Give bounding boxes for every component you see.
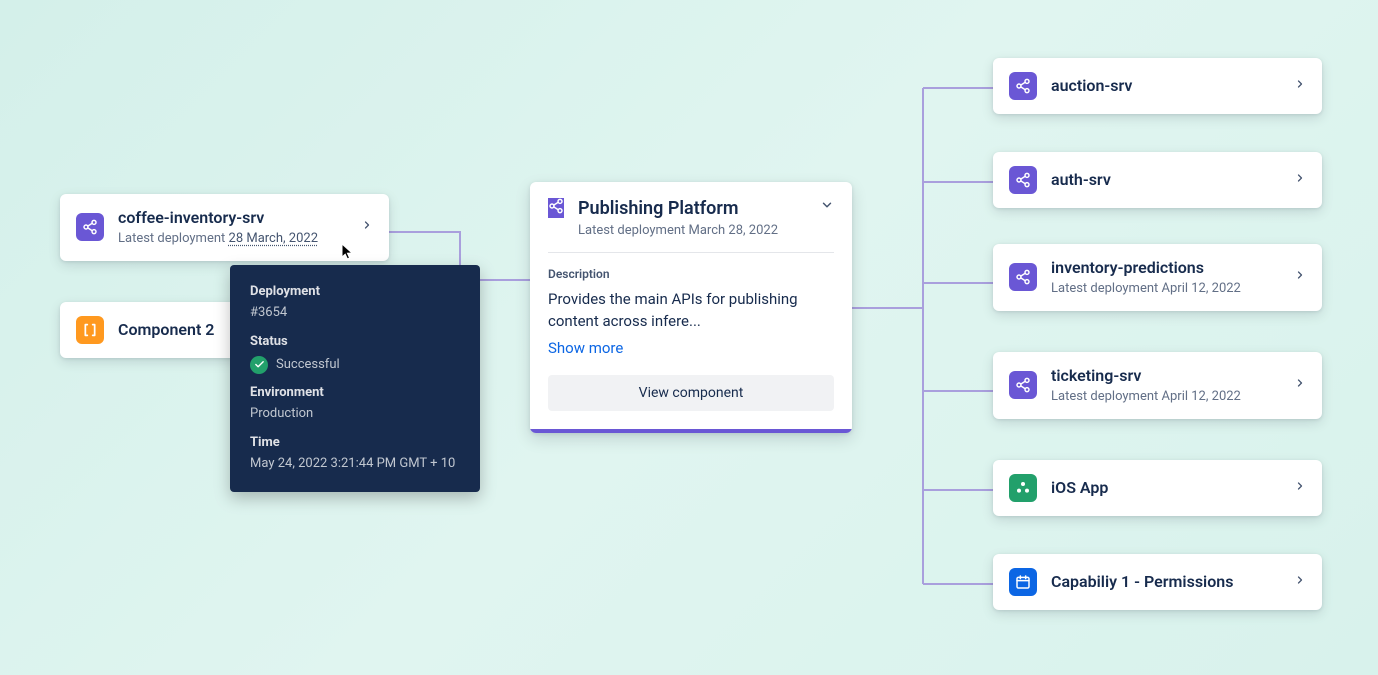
- tooltip-time-label: Time: [250, 434, 460, 453]
- component-card-right-5[interactable]: Capabiliy 1 - Permissions: [993, 554, 1322, 610]
- card-title: Publishing Platform: [578, 198, 806, 219]
- card-title: iOS App: [1051, 478, 1280, 497]
- chevron-right-icon[interactable]: [1294, 377, 1306, 393]
- card-title: auction-srv: [1051, 76, 1280, 95]
- chevron-right-icon[interactable]: [1294, 78, 1306, 94]
- deployment-tooltip: Deployment #3654 Status Successful Envir…: [230, 265, 480, 492]
- description-label: Description: [548, 267, 834, 281]
- chevron-right-icon[interactable]: [361, 219, 373, 235]
- card-title: ticketing-srv: [1051, 366, 1280, 385]
- share-icon: [1009, 371, 1037, 399]
- tooltip-time-value: May 24, 2022 3:21:44 PM GMT + 10: [250, 455, 460, 474]
- app-icon: [1009, 474, 1037, 502]
- share-icon: [76, 213, 104, 241]
- chevron-right-icon[interactable]: [1294, 269, 1306, 285]
- brackets-icon: [76, 316, 104, 344]
- component-card-right-0[interactable]: auction-srv: [993, 58, 1322, 114]
- calendar-icon: [1009, 568, 1037, 596]
- tooltip-env-value: Production: [250, 405, 460, 424]
- description-text: Provides the main APIs for publishing co…: [548, 289, 834, 333]
- chevron-right-icon[interactable]: [1294, 172, 1306, 188]
- view-component-button[interactable]: View component: [548, 375, 834, 411]
- share-icon: [548, 198, 564, 218]
- card-title: inventory-predictions: [1051, 258, 1280, 277]
- card-subtitle: Latest deployment April 12, 2022: [1051, 389, 1280, 405]
- component-card-right-1[interactable]: auth-srv: [993, 152, 1322, 208]
- card-title: auth-srv: [1051, 170, 1280, 189]
- component-card-right-4[interactable]: iOS App: [993, 460, 1322, 516]
- card-title: coffee-inventory-srv: [118, 208, 347, 227]
- tooltip-deployment-label: Deployment: [250, 283, 460, 302]
- share-icon: [1009, 166, 1037, 194]
- chevron-down-icon[interactable]: [820, 198, 834, 216]
- card-subtitle: Latest deployment 28 March, 2022: [118, 231, 347, 247]
- share-icon: [1009, 72, 1037, 100]
- tooltip-status-label: Status: [250, 333, 460, 352]
- deployment-date-link[interactable]: 28 March, 2022: [229, 231, 319, 246]
- show-more-link[interactable]: Show more: [548, 339, 834, 357]
- card-subtitle: Latest deployment March 28, 2022: [578, 223, 806, 238]
- check-icon: [250, 356, 268, 374]
- tooltip-env-label: Environment: [250, 384, 460, 403]
- component-card-right-3[interactable]: ticketing-srv Latest deployment April 12,…: [993, 352, 1322, 419]
- cursor-icon: [341, 243, 355, 261]
- tooltip-deployment-id: #3654: [250, 304, 460, 323]
- card-title: Capabiliy 1 - Permissions: [1051, 572, 1280, 591]
- diagram-canvas: coffee-inventory-srv Latest deployment 28…: [0, 0, 1378, 675]
- tooltip-status-value: Successful: [276, 356, 340, 375]
- accent-bar: [530, 429, 852, 433]
- card-subtitle: Latest deployment April 12, 2022: [1051, 281, 1280, 297]
- share-icon: [1009, 263, 1037, 291]
- chevron-right-icon[interactable]: [1294, 574, 1306, 590]
- component-card-right-2[interactable]: inventory-predictions Latest deployment A…: [993, 244, 1322, 311]
- chevron-right-icon[interactable]: [1294, 480, 1306, 496]
- component-card-coffee-inventory[interactable]: coffee-inventory-srv Latest deployment 28…: [60, 194, 389, 261]
- publishing-platform-card[interactable]: Publishing Platform Latest deployment Ma…: [530, 182, 852, 433]
